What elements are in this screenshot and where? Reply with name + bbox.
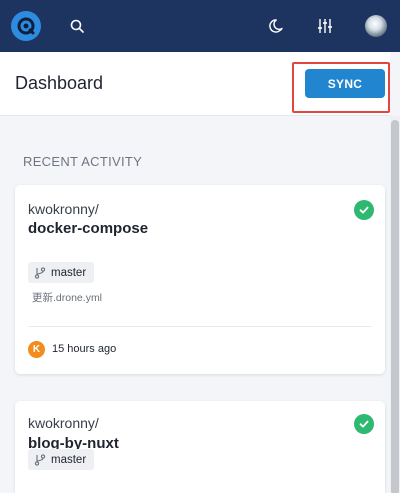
author-avatar: K (28, 341, 45, 358)
success-check-icon (354, 414, 374, 434)
section-title-recent-activity: RECENT ACTIVITY (23, 154, 143, 169)
success-check-icon (354, 200, 374, 220)
git-branch-icon (34, 453, 46, 466)
sync-button[interactable]: SYNC (305, 69, 385, 98)
branch-badge: master (28, 262, 95, 283)
commit-message: 更新.drone.yml (32, 292, 103, 304)
repo-owner: kwokronny/ (28, 201, 99, 217)
moon-icon[interactable] (265, 15, 287, 37)
git-branch-icon (34, 266, 46, 279)
branch-badge: master (28, 449, 95, 470)
branch-name: master (51, 453, 87, 466)
scrollbar[interactable] (390, 116, 400, 493)
scrollbar-thumb[interactable] (391, 120, 399, 493)
repo-owner: kwokronny/ (28, 415, 99, 431)
activity-card[interactable]: kwokronny/ blog-by-nuxt master (15, 401, 385, 493)
page-title: Dashboard (15, 73, 104, 93)
build-time: 15 hours ago (52, 343, 117, 355)
drone-logo-icon[interactable] (11, 11, 41, 41)
repo-name[interactable]: docker-compose (28, 220, 148, 237)
search-icon[interactable] (66, 15, 88, 37)
activity-card[interactable]: kwokronny/ docker-compose master 更新.dron… (15, 185, 385, 374)
user-avatar[interactable] (365, 15, 387, 37)
card-divider (28, 326, 372, 327)
branch-name: master (51, 266, 87, 279)
sliders-icon[interactable] (314, 15, 336, 37)
top-nav (0, 0, 400, 52)
